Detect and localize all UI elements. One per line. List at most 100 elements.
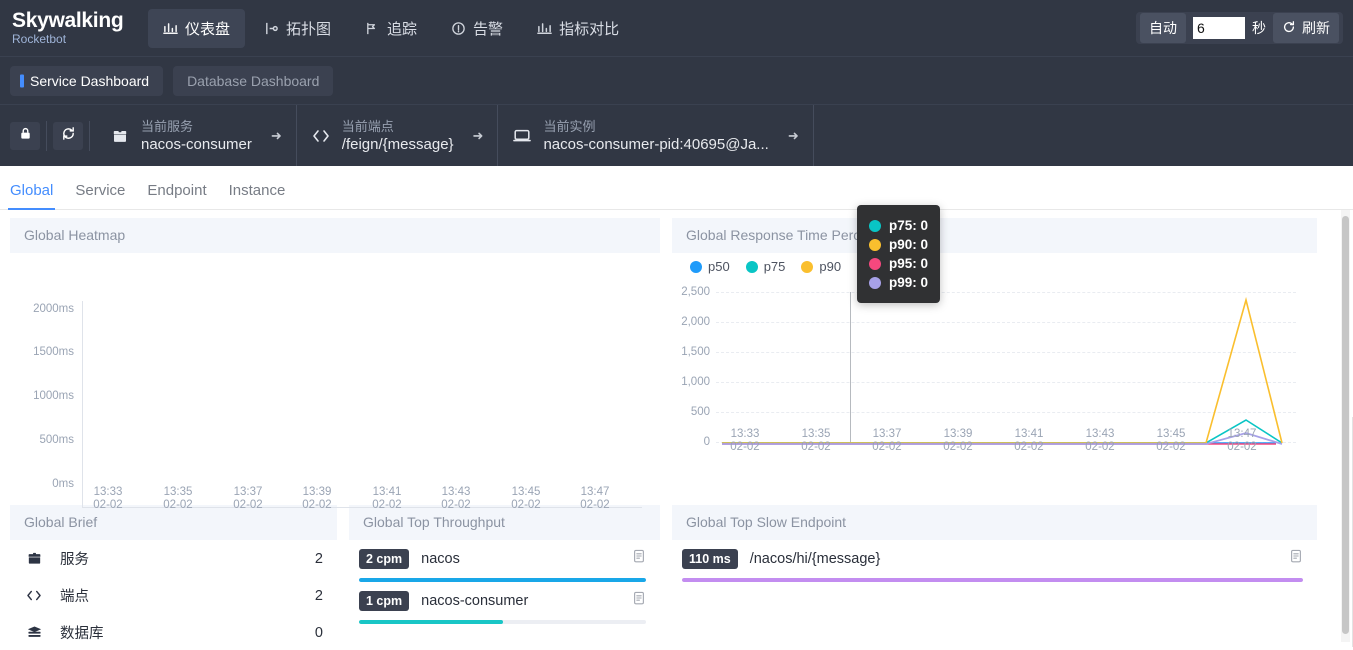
- slow-endpoint-bar-fill: [682, 578, 1303, 582]
- panel-title: Global Response Time Perc: [672, 218, 1317, 253]
- refresh-button[interactable]: 刷新: [1273, 13, 1339, 43]
- nav-label: 拓扑图: [286, 20, 332, 38]
- summary-row: Global Brief 服务 2 端点 2 数据库 0 存储器 0: [10, 505, 1343, 647]
- dashboard-tab-database[interactable]: Database Dashboard: [173, 65, 334, 96]
- throughput-item[interactable]: 1 cpm nacos-consumer: [349, 582, 660, 624]
- lock-button[interactable]: [10, 121, 40, 150]
- chart-tooltip: p75: 0 p90: 0 p95: 0 p99: 0: [857, 205, 941, 303]
- copy-icon[interactable]: [632, 548, 646, 569]
- percentile-xtick: 13:33 02-02: [730, 428, 760, 453]
- percentile-xtick: 13:45 02-02: [1156, 428, 1186, 453]
- legend-item-p90[interactable]: p90: [801, 259, 841, 274]
- service-icon: [22, 550, 46, 567]
- percentile-xtick: 13:43 02-02: [1085, 428, 1115, 453]
- chevron-down-icon[interactable]: ➜: [271, 128, 282, 144]
- selector-bar: 当前服务 nacos-consumer ➜ 当前端点 /feign/{messa…: [0, 104, 1353, 166]
- selector-current-endpoint[interactable]: 当前端点 /feign/{message} ➜: [297, 105, 499, 166]
- vertical-scrollbar-thumb[interactable]: [1342, 216, 1349, 634]
- tab-global[interactable]: Global: [7, 182, 56, 210]
- lock-icon: [18, 126, 33, 146]
- logo-subtext: Rocketbot: [12, 32, 67, 46]
- tooltip-dot-icon: [869, 276, 881, 289]
- endpoint-icon: [22, 587, 46, 604]
- throughput-item[interactable]: 2 cpm nacos: [349, 540, 660, 582]
- heatmap-chart[interactable]: 2000ms 1500ms 1000ms 500ms 0ms 13:33 02-…: [10, 253, 660, 511]
- tooltip-row: p90: 0: [869, 237, 928, 252]
- dashboard-tab-service[interactable]: Service Dashboard: [10, 65, 164, 96]
- dashboard-icon: [163, 21, 178, 36]
- brief-label: 服务: [60, 552, 89, 568]
- selector-current-service[interactable]: 当前服务 nacos-consumer ➜: [96, 105, 297, 166]
- heatmap-ytick: 500ms: [39, 434, 74, 446]
- selector-label: 当前实例: [543, 118, 596, 134]
- panel-response-time-percentile: Global Response Time Perc p50 p75 p90 p9…: [672, 218, 1317, 501]
- heatmap-ytick: 2000ms: [33, 303, 74, 315]
- auto-refresh-toggle[interactable]: 自动: [1140, 13, 1186, 43]
- heatmap-xtick: 13:47 02-02: [580, 486, 610, 511]
- legend-label: p90: [819, 259, 842, 274]
- heatmap-xtick: 13:33 02-02: [93, 486, 123, 511]
- percentile-xtick: 13:35 02-02: [801, 428, 831, 453]
- tooltip-row: p75: 0: [869, 218, 928, 233]
- selector-current-instance[interactable]: 当前实例 nacos-consumer-pid:40695@Ja... ➜: [498, 105, 814, 166]
- nav-item-trace[interactable]: 追踪: [350, 9, 432, 48]
- legend-dot-icon: [690, 260, 702, 273]
- chevron-down-icon[interactable]: ➜: [473, 128, 484, 144]
- throughput-name: nacos: [421, 550, 460, 567]
- tooltip-dot-icon: [869, 219, 881, 232]
- copy-icon[interactable]: [1289, 548, 1303, 569]
- reload-icon: [61, 126, 76, 146]
- brief-value: 0: [314, 624, 323, 641]
- main-nav: 仪表盘 拓扑图 追踪 告警 指标对比: [148, 8, 634, 48]
- legend-dot-icon: [801, 260, 814, 273]
- heatmap-ytick: 1500ms: [33, 346, 74, 358]
- brief-label: 端点: [60, 589, 89, 605]
- reload-button[interactable]: [53, 121, 83, 150]
- tooltip-label: p95: 0: [889, 256, 929, 271]
- slow-endpoint-item[interactable]: 110 ms /nacos/hi/{message}: [672, 540, 1317, 582]
- legend-item-p50[interactable]: p50: [690, 259, 730, 274]
- copy-icon[interactable]: [632, 590, 646, 611]
- throughput-bar-fill: [359, 620, 503, 624]
- selector-value: /feign/{message}: [341, 135, 454, 153]
- nav-item-compare[interactable]: 指标对比: [522, 9, 634, 48]
- chevron-down-icon[interactable]: ➜: [788, 128, 799, 144]
- brief-row-endpoint: 端点 2: [10, 577, 337, 614]
- heatmap-xtick: 13:41 02-02: [372, 486, 402, 511]
- percentile-ytick: 2,000: [681, 316, 710, 328]
- slow-endpoint-name: /nacos/hi/{message}: [749, 550, 881, 567]
- heatmap-xtick: 13:45 02-02: [511, 486, 541, 511]
- dashboard-content: Global Heatmap 2000ms 1500ms 1000ms 500m…: [0, 210, 1353, 647]
- selector-value: nacos-consumer: [141, 135, 252, 153]
- refresh-icon: [1282, 20, 1296, 37]
- percentile-xtick: 13:47 02-02: [1227, 428, 1257, 453]
- tooltip-row: p99: 0: [869, 275, 928, 290]
- selector-label: 当前端点: [341, 118, 394, 134]
- throughput-name: nacos-consumer: [421, 592, 529, 609]
- panel-global-heatmap: Global Heatmap 2000ms 1500ms 1000ms 500m…: [10, 218, 660, 511]
- tab-instance[interactable]: Instance: [229, 182, 286, 209]
- app-logo: Skywalking Rocketbot: [12, 9, 124, 47]
- percentile-xtick: 13:39 02-02: [943, 428, 973, 453]
- percentile-chart[interactable]: 2,500 2,000 1,500 1,000 500 0 13:33 02-0: [672, 280, 1317, 496]
- tab-endpoint[interactable]: Endpoint: [147, 182, 206, 209]
- tooltip-dot-icon: [869, 257, 881, 270]
- nav-label: 仪表盘: [185, 20, 231, 38]
- nav-item-topology[interactable]: 拓扑图: [249, 9, 346, 48]
- brief-value: 2: [314, 550, 323, 567]
- legend-item-p75[interactable]: p75: [745, 259, 785, 274]
- throughput-bar: [359, 578, 646, 582]
- nav-item-alarm[interactable]: 告警: [436, 9, 518, 48]
- brief-label: 数据库: [60, 626, 104, 642]
- panel-global-brief: Global Brief 服务 2 端点 2 数据库 0 存储器 0: [10, 505, 337, 647]
- nav-item-dashboard[interactable]: 仪表盘: [148, 8, 246, 48]
- heatmap-xtick: 13:35 02-02: [163, 486, 193, 511]
- tab-service[interactable]: Service: [75, 182, 125, 209]
- percentile-ytick: 500: [690, 406, 710, 418]
- selector-value: nacos-consumer-pid:40695@Ja...: [543, 135, 769, 153]
- refresh-interval-input[interactable]: [1193, 17, 1245, 39]
- brief-row-service: 服务 2: [10, 540, 337, 577]
- logo-text: Skywalking: [12, 9, 124, 32]
- topology-icon: [264, 21, 279, 36]
- heatmap-xtick: 13:37 02-02: [233, 486, 263, 511]
